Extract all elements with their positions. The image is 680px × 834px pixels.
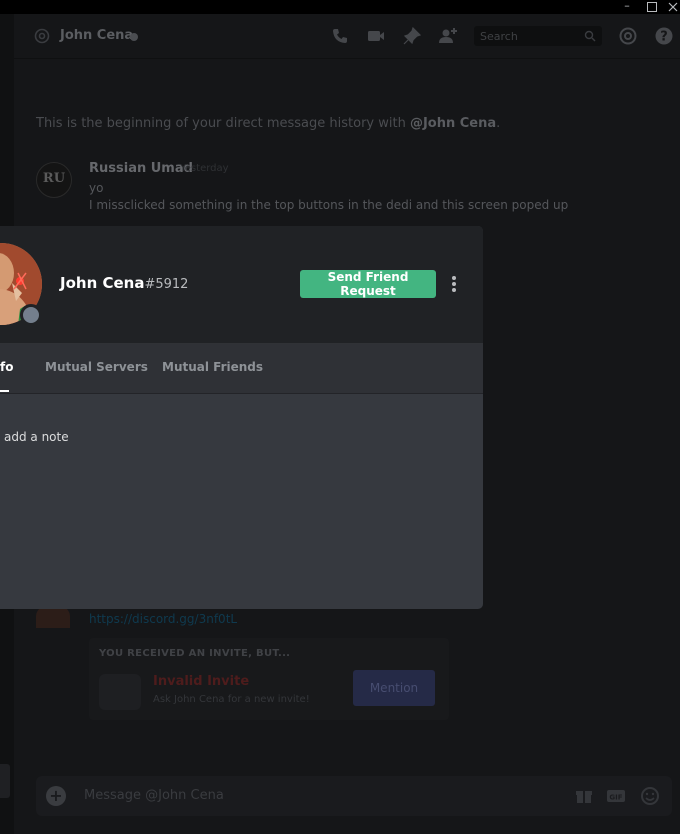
minimize-icon[interactable]: –	[618, 0, 636, 14]
invalid-invite-icon	[99, 674, 141, 710]
close-icon[interactable]	[664, 0, 680, 14]
more-options-icon[interactable]	[448, 276, 460, 294]
pin-icon[interactable]	[402, 26, 422, 46]
gift-icon[interactable]	[574, 786, 594, 806]
avatar-text: RU	[42, 171, 66, 186]
title-bar: –	[0, 0, 680, 14]
help-icon[interactable]: ?	[654, 26, 674, 46]
dm-user-mention: @John Cena	[409, 116, 497, 131]
note-input[interactable]: add a note	[4, 430, 69, 444]
add-friend-icon[interactable]	[438, 26, 458, 46]
user-profile-modal: John Cena#5912 Send Friend Request fo Mu…	[0, 226, 483, 609]
channel-name: John Cena	[60, 28, 134, 43]
invite-title: Invalid Invite	[153, 674, 250, 689]
status-offline-icon	[20, 304, 42, 326]
mention-button[interactable]: Mention	[353, 670, 435, 706]
profile-discriminator: #5912	[144, 277, 189, 292]
invite-link[interactable]: https://discord.gg/3nf0tL	[89, 612, 237, 626]
message-timestamp: Yesterday	[180, 163, 229, 174]
profile-username: John Cena#5912	[60, 274, 189, 292]
active-tab-indicator	[0, 390, 9, 392]
search-placeholder: Search	[480, 30, 518, 43]
message-author[interactable]: Russian Umad	[89, 161, 193, 176]
message-text: I missclicked something in the top butto…	[89, 198, 569, 212]
svg-text:GIF: GIF	[609, 794, 622, 802]
emoji-icon[interactable]	[640, 786, 660, 806]
chat-header: John Cena Search ?	[14, 14, 680, 59]
dm-beginning-text: This is the beginning of your direct mes…	[36, 116, 501, 131]
message-text: yo	[89, 181, 104, 195]
avatar[interactable]: RU	[36, 162, 72, 198]
maximize-icon[interactable]	[643, 0, 661, 14]
search-input[interactable]: Search	[474, 26, 602, 46]
at-icon	[34, 28, 50, 44]
invite-card: YOU RECEIVED AN INVITE, BUT... Invalid I…	[89, 638, 449, 720]
tab-mutual-friends[interactable]: Mutual Friends	[162, 360, 263, 374]
user-panel-edge[interactable]	[0, 764, 10, 798]
video-call-icon[interactable]	[366, 26, 386, 46]
tab-user-info[interactable]: fo	[0, 360, 13, 374]
invite-header: YOU RECEIVED AN INVITE, BUT...	[99, 648, 291, 659]
status-indicator	[130, 33, 138, 41]
message-input[interactable]: Message @John Cena	[84, 788, 224, 803]
gif-icon[interactable]: GIF	[606, 786, 626, 806]
search-icon	[584, 30, 596, 42]
upload-plus-icon[interactable]: +	[46, 786, 66, 806]
message-composer[interactable]: + Message @John Cena GIF	[36, 776, 672, 816]
profile-header: John Cena#5912 Send Friend Request	[0, 226, 483, 344]
send-friend-request-button[interactable]: Send Friend Request	[300, 270, 436, 298]
tab-mutual-servers[interactable]: Mutual Servers	[45, 360, 148, 374]
invite-subtitle: Ask John Cena for a new invite!	[153, 694, 310, 705]
mention-icon[interactable]	[618, 26, 638, 46]
phone-call-icon[interactable]	[330, 26, 350, 46]
svg-text:?: ?	[660, 30, 668, 45]
profile-tabs: fo Mutual Servers Mutual Friends	[0, 344, 483, 394]
